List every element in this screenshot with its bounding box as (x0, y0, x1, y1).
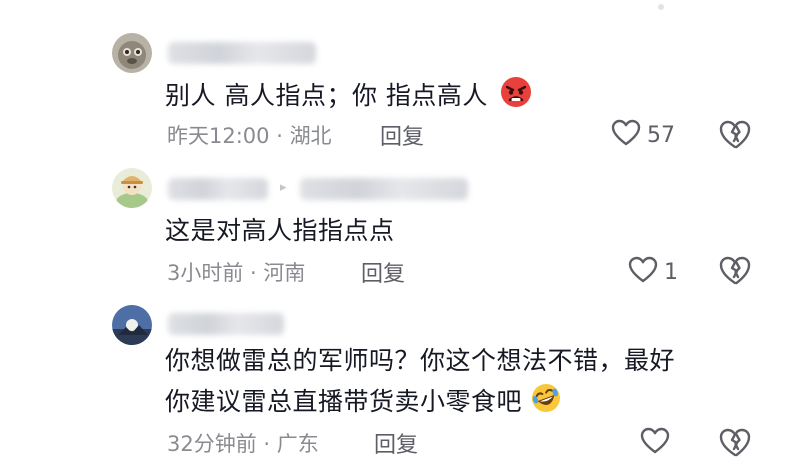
comment-time: 昨天12:00 (167, 124, 270, 148)
comment-text-line: 你建议雷总直播带货卖小零食吧 (165, 387, 523, 416)
meta-separator: · (269, 124, 290, 148)
like-button[interactable] (640, 427, 676, 459)
username-blurred[interactable] (168, 313, 284, 335)
avatar[interactable] (112, 33, 152, 73)
broken-heart-icon[interactable] (718, 428, 752, 458)
broken-heart-icon[interactable] (718, 120, 752, 150)
comment-item: 别人 高人指点；你 指点高人 昨天12:00 · 湖北 回复 57 (0, 0, 800, 160)
username-blurred[interactable] (168, 178, 268, 200)
comment-text-line: 你想做雷总的军师吗？你这个想法不错，最好 (165, 346, 676, 375)
username-blurred[interactable] (168, 42, 316, 64)
meta-separator: · (243, 261, 264, 285)
comment-text-content: 别人 高人指点；你 指点高人 (165, 81, 488, 110)
avatar[interactable] (112, 305, 152, 345)
comment-text: 这是对高人指指点点 (165, 216, 395, 245)
like-count: 1 (664, 259, 678, 285)
comment-time: 32分钟前 (167, 432, 257, 456)
broken-heart-icon[interactable] (718, 256, 752, 286)
reply-button[interactable]: 回复 (380, 119, 424, 151)
comment-item: 你想做雷总的军师吗？你这个想法不错，最好 你建议雷总直播带货卖小零食吧 32分钟… (0, 295, 800, 462)
comment-text: 别人 高人指点；你 指点高人 (165, 76, 532, 118)
rolling-laughing-emoji (530, 382, 562, 424)
comment-text: 你想做雷总的军师吗？你这个想法不错，最好 你建议雷总直播带货卖小零食吧 (165, 343, 675, 424)
comment-time: 3小时前 (167, 261, 244, 285)
comment-meta: 3小时前 · 河南 (167, 257, 305, 287)
reply-target-username-blurred[interactable] (300, 178, 468, 200)
comment-meta: 32分钟前 · 广东 (167, 428, 319, 458)
comment-location: 河南 (263, 261, 306, 285)
reply-arrow-icon: ▸ (280, 180, 287, 195)
heart-icon (611, 119, 641, 151)
like-count: 57 (647, 122, 675, 148)
reply-button[interactable]: 回复 (361, 256, 405, 288)
reply-button[interactable]: 回复 (374, 427, 418, 459)
meta-separator: · (256, 432, 277, 456)
comment-location: 广东 (276, 432, 319, 456)
like-button[interactable]: 57 (611, 119, 675, 151)
avatar[interactable] (112, 168, 152, 208)
comment-location: 湖北 (289, 124, 332, 148)
angry-face-emoji (500, 76, 532, 118)
heart-icon (628, 256, 658, 288)
heart-icon (640, 427, 670, 459)
comment-item: ▸ 这是对高人指指点点 3小时前 · 河南 回复 1 (0, 160, 800, 295)
like-button[interactable]: 1 (628, 256, 678, 288)
comment-meta: 昨天12:00 · 湖北 (167, 120, 332, 150)
